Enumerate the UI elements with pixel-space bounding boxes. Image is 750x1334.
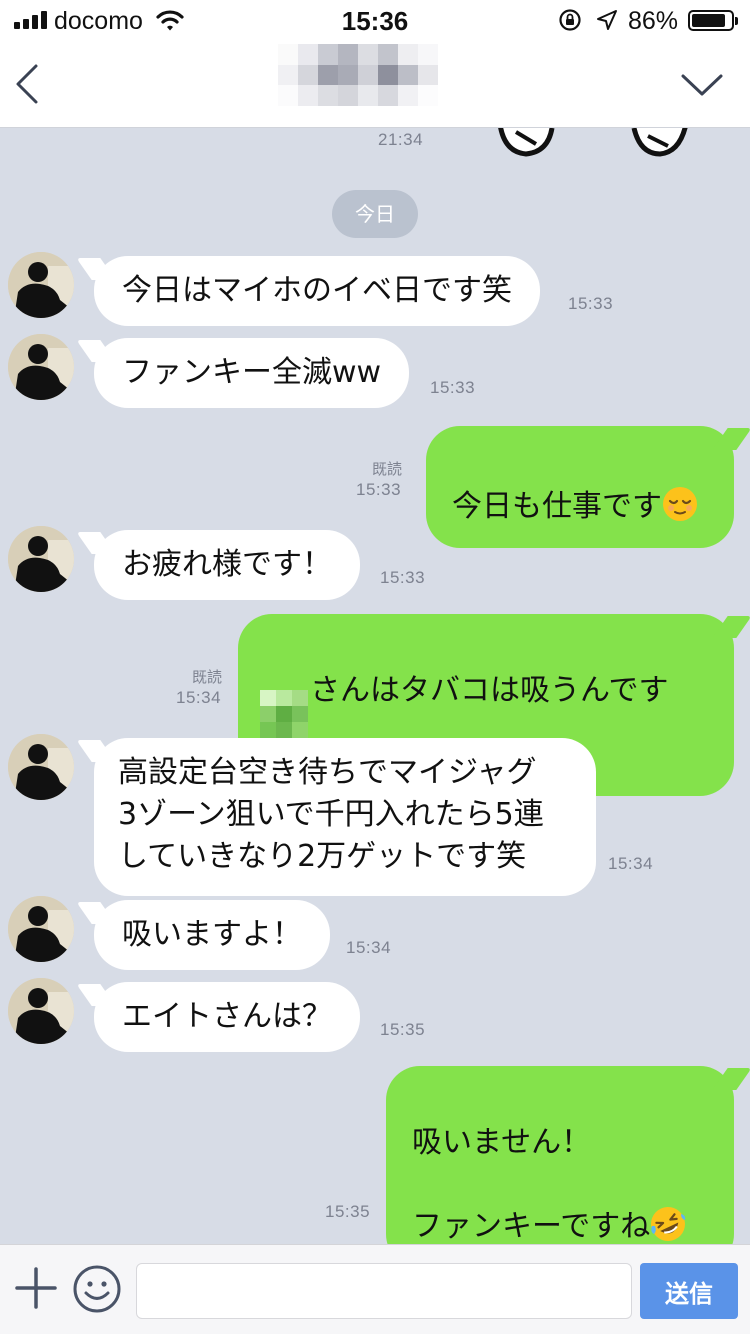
send-button[interactable]: 送信	[640, 1263, 738, 1319]
message-bubble-incoming[interactable]: ファンキー全滅ww	[94, 338, 410, 408]
name-pixelated	[260, 690, 308, 738]
location-arrow-icon	[597, 10, 617, 30]
message-bubble-incoming[interactable]: お疲れ様です！	[94, 530, 360, 600]
message-bubble-incoming[interactable]: 今日はマイホのイベ日です笑	[94, 256, 540, 326]
message-time: 15:33	[568, 294, 614, 313]
message-bubble-incoming[interactable]: エイトさんは？	[94, 982, 360, 1052]
battery-level-fill	[692, 14, 725, 27]
chat-name-pixelated	[278, 44, 438, 106]
avatar[interactable]	[8, 334, 74, 400]
message-bubble-incoming[interactable]: 吸いますよ！	[94, 900, 330, 970]
message-list[interactable]: 21:34 今日 今日はマイホのイベ日です笑 15:33 ファンキー全滅ww 1…	[0, 128, 750, 1244]
plus-icon[interactable]	[14, 1266, 58, 1310]
status-bar: docomo 15:36 86%	[0, 0, 750, 40]
avatar[interactable]	[8, 252, 74, 318]
message-time: 15:33	[380, 568, 426, 587]
smiley-icon[interactable]	[72, 1264, 122, 1314]
message-time: 15:35	[325, 1202, 371, 1221]
message-time: 15:34	[176, 688, 222, 707]
message-time: 15:33	[356, 480, 402, 499]
orientation-lock-icon	[559, 9, 581, 31]
avatar[interactable]	[8, 896, 74, 962]
battery-icon	[688, 10, 738, 31]
message-text: 今日も仕事です	[452, 489, 662, 524]
battery-percent: 86%	[628, 7, 679, 35]
avatar[interactable]	[8, 978, 74, 1044]
message-time: 21:34	[378, 130, 424, 149]
avatar[interactable]	[8, 526, 74, 592]
chevron-left-icon[interactable]	[12, 62, 42, 106]
sticker-partial	[498, 128, 555, 157]
message-time: 15:34	[608, 854, 654, 873]
message-input[interactable]	[136, 1263, 632, 1319]
chevron-down-icon[interactable]	[680, 70, 724, 100]
message-bubble-outgoing[interactable]: 吸いません！ ファンキーですね	[386, 1066, 734, 1244]
read-receipt: 既読	[192, 668, 223, 686]
message-bubble-incoming[interactable]: 高設定台空き待ちでマイジャグ 3ゾーン狙いで千円入れたら5連 していきなり2万ゲ…	[94, 738, 596, 896]
read-receipt: 既読	[372, 460, 403, 478]
avatar[interactable]	[8, 734, 74, 800]
chat-header	[0, 40, 750, 128]
relieved-face-emoji	[663, 487, 697, 521]
message-time: 15:34	[346, 938, 392, 957]
message-composer: 送信	[0, 1244, 750, 1334]
date-separator: 今日	[332, 190, 418, 238]
message-bubble-outgoing[interactable]: 今日も仕事です	[426, 426, 734, 548]
message-time: 15:33	[430, 378, 476, 397]
message-text: 吸いません！ ファンキーですね	[412, 1125, 651, 1244]
message-time: 15:35	[380, 1020, 426, 1039]
sticker-partial	[631, 128, 688, 157]
rolling-laughing-emoji	[651, 1207, 686, 1241]
